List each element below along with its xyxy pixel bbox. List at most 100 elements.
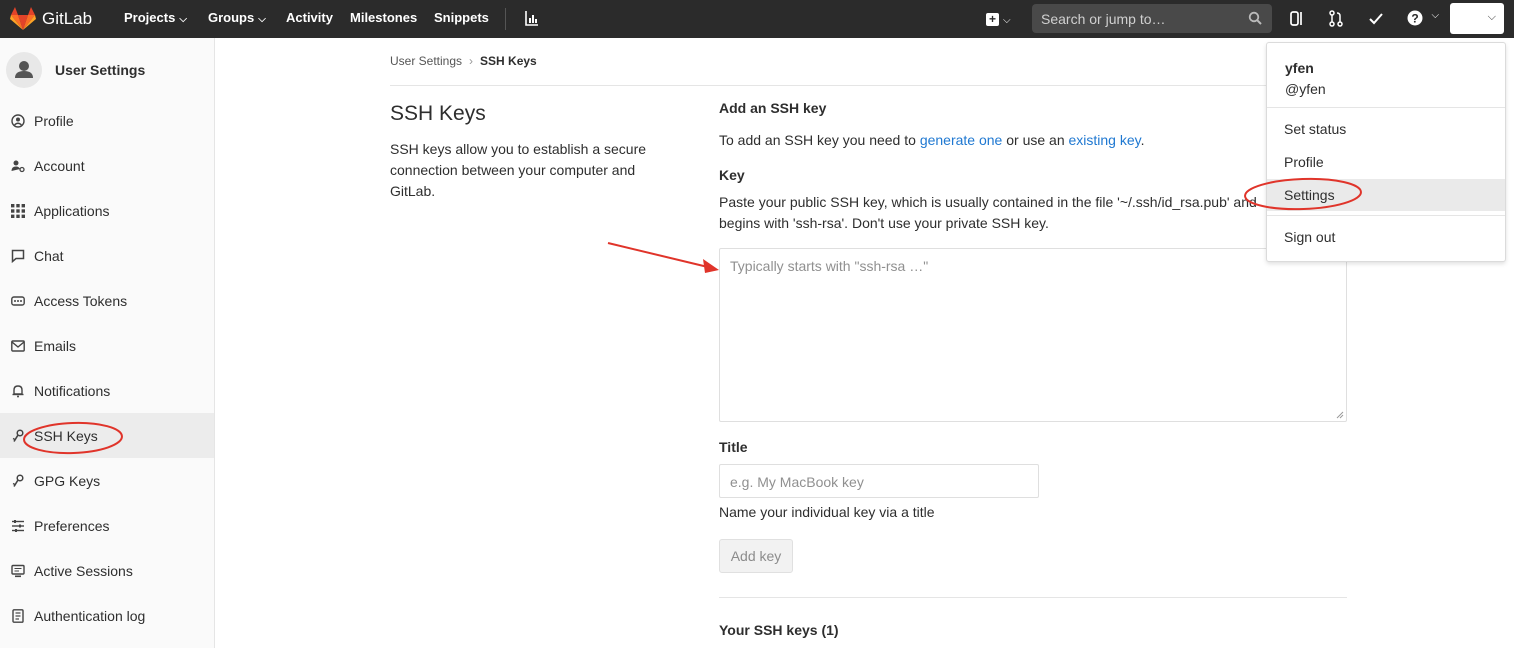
help-icon: ?	[1407, 10, 1423, 26]
plus-icon: +	[986, 13, 999, 27]
sidebar-item-label: SSH Keys	[34, 427, 98, 444]
nav-milestones[interactable]: Milestones	[350, 0, 417, 38]
nav-snippets[interactable]: Snippets	[434, 0, 489, 38]
key-icon	[11, 473, 25, 488]
sidebar-header[interactable]: User Settings	[6, 52, 145, 88]
sidebar-item-label: Authentication log	[34, 607, 146, 624]
page-description: SSH keys allow you to establish a secure…	[390, 141, 647, 199]
title-input[interactable]: e.g. My MacBook key	[719, 464, 1039, 498]
add-ssh-key-form: Add an SSH key To add an SSH key you nee…	[719, 100, 1347, 638]
chevron-down-icon: ⌵	[1431, 10, 1440, 21]
gitlab-logo-icon	[10, 7, 36, 30]
form-intro: To add an SSH key you need to generate o…	[719, 132, 1145, 148]
existing-key-link[interactable]: existing key	[1069, 132, 1141, 148]
sidebar-item-label: Chat	[34, 247, 64, 264]
key-icon	[11, 428, 25, 443]
account-icon	[11, 159, 25, 173]
email-icon	[11, 339, 25, 353]
page-title: SSH Keys	[390, 102, 486, 125]
annotation-arrow	[607, 242, 713, 269]
sidebar-item-access-tokens[interactable]: Access Tokens	[0, 278, 214, 323]
sidebar-item-label: Access Tokens	[34, 292, 128, 309]
key-placeholder: Typically starts with "ssh-rsa …"	[730, 258, 929, 274]
monitor-icon	[11, 564, 25, 578]
sidebar-item-notifications[interactable]: Notifications	[0, 368, 214, 413]
section-divider	[719, 597, 1347, 598]
generate-one-link[interactable]: generate one	[920, 132, 1003, 148]
top-navbar: GitLab Projects ⌵ Groups ⌵ Activity Milest…	[0, 0, 1514, 38]
user-menu-username: @yfen	[1285, 81, 1326, 97]
issues-icon[interactable]	[1289, 10, 1305, 27]
token-icon	[11, 294, 25, 308]
form-heading: Add an SSH key	[719, 100, 827, 116]
key-textarea[interactable]: Typically starts with "ssh-rsa …"	[719, 248, 1347, 422]
sidebar-item-label: Notifications	[34, 382, 111, 399]
user-icon	[6, 52, 42, 88]
key-help-text: Paste your public SSH key, which is usua…	[719, 194, 1257, 231]
chat-icon	[11, 249, 25, 263]
sidebar-item-ssh-keys[interactable]: SSH Keys	[0, 413, 214, 458]
title-label: Title	[719, 439, 748, 455]
sidebar-item-applications[interactable]: Applications	[0, 188, 214, 233]
chevron-down-icon: ⌵	[258, 14, 266, 25]
chevron-down-icon: ⌵	[1003, 15, 1011, 26]
nav-groups[interactable]: Groups ⌵	[208, 0, 266, 38]
nav-projects[interactable]: Projects ⌵	[124, 0, 187, 38]
sidebar-item-label: Preferences	[34, 517, 110, 534]
help-dropdown[interactable]: ? ⌵	[1407, 10, 1439, 31]
sidebar-item-label: GPG Keys	[34, 472, 101, 489]
nav-divider	[505, 8, 506, 30]
sidebar-item-chat[interactable]: Chat	[0, 233, 214, 278]
svg-text:?: ?	[1411, 12, 1418, 26]
sidebar-item-label: Active Sessions	[34, 562, 133, 579]
breadcrumb-divider	[390, 85, 1347, 86]
breadcrumb-current[interactable]: SSH Keys	[480, 54, 537, 68]
breadcrumb: User Settings › SSH Keys	[390, 54, 537, 68]
menu-sign-out[interactable]: Sign out	[1267, 221, 1505, 253]
search-placeholder: Search or jump to…	[1041, 11, 1166, 27]
menu-profile[interactable]: Profile	[1267, 146, 1505, 178]
sidebar-item-label: Emails	[34, 337, 77, 354]
user-menu-dropdown: yfen @yfen Set status Profile Settings S…	[1266, 42, 1506, 262]
merge-requests-icon[interactable]	[1328, 10, 1344, 27]
breadcrumb-parent[interactable]: User Settings	[390, 54, 462, 68]
sidebar-item-emails[interactable]: Emails	[0, 323, 214, 368]
sliders-icon	[11, 519, 25, 533]
chevron-down-icon: ⌵	[179, 14, 187, 25]
add-key-button[interactable]: Add key	[719, 539, 793, 573]
sidebar-item-label: Account	[34, 157, 85, 174]
chart-icon[interactable]	[525, 10, 539, 26]
sidebar-item-gpg-keys[interactable]: GPG Keys	[0, 458, 214, 503]
sidebar-item-active-sessions[interactable]: Active Sessions	[0, 548, 214, 593]
dropdown-divider	[1267, 107, 1505, 108]
your-ssh-keys-heading: Your SSH keys (1)	[719, 622, 839, 638]
menu-set-status[interactable]: Set status	[1267, 113, 1505, 145]
annotation-arrowhead	[703, 259, 719, 273]
menu-settings[interactable]: Settings	[1267, 179, 1505, 211]
nav-activity[interactable]: Activity	[286, 0, 333, 38]
sidebar-item-profile[interactable]: Profile	[0, 98, 214, 143]
user-menu-name: yfen	[1285, 60, 1314, 76]
sidebar-item-authentication-log[interactable]: Authentication log	[0, 593, 214, 638]
dropdown-divider	[1267, 215, 1505, 216]
new-item-dropdown[interactable]: + ⌵	[986, 11, 1011, 27]
applications-icon	[11, 203, 25, 218]
todos-icon[interactable]	[1368, 10, 1384, 27]
chevron-down-icon: ⌵	[1487, 11, 1496, 23]
gitlab-home-link[interactable]: GitLab	[10, 0, 92, 38]
title-placeholder: e.g. My MacBook key	[730, 474, 864, 490]
log-icon	[11, 608, 25, 623]
key-label: Key	[719, 167, 745, 183]
sidebar-item-label: Profile	[34, 112, 74, 129]
profile-icon	[11, 113, 25, 128]
sidebar-item-label: Applications	[34, 202, 110, 219]
breadcrumb-separator: ›	[469, 54, 474, 68]
title-help-text: Name your individual key via a title	[719, 504, 935, 520]
sidebar-item-preferences[interactable]: Preferences	[0, 503, 214, 548]
user-avatar-dropdown[interactable]: ⌵	[1450, 3, 1504, 34]
sidebar-item-account[interactable]: Account	[0, 143, 214, 188]
resize-handle-icon[interactable]	[1336, 411, 1344, 419]
search-icon	[1248, 11, 1262, 25]
search-input[interactable]: Search or jump to…	[1032, 4, 1272, 33]
sidebar-title: User Settings	[55, 62, 146, 78]
